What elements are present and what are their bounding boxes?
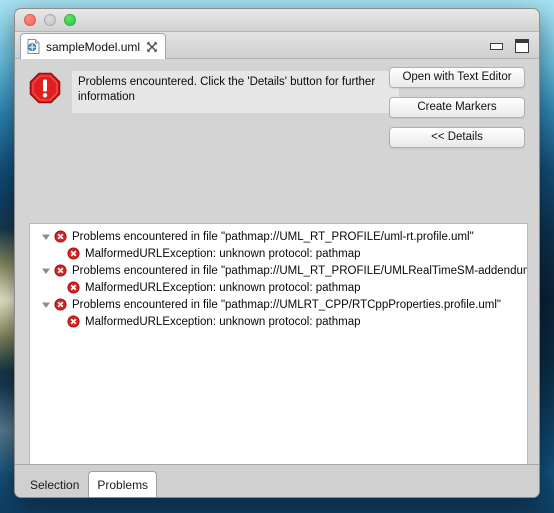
application-window: sampleModel.uml Problems encountered. Cl… [14, 8, 540, 498]
details-tree-panel: Problems encountered in file "pathmap://… [29, 223, 528, 497]
tree-row-label: MalformedURLException: unknown protocol:… [85, 315, 361, 328]
error-x-icon [54, 298, 67, 311]
tree-row-label: Problems encountered in file "pathmap://… [72, 264, 527, 277]
triangle-down-icon[interactable] [40, 231, 52, 243]
tab-selection[interactable]: Selection [21, 471, 88, 497]
editor-tab-label: sampleModel.uml [46, 39, 141, 54]
details-tree-list[interactable]: Problems encountered in file "pathmap://… [30, 224, 527, 489]
dialog-body: Problems encountered. Click the 'Details… [15, 59, 539, 497]
tab-problems[interactable]: Problems [88, 471, 158, 497]
tab-selection-label: Selection [30, 478, 80, 492]
tree-row[interactable]: MalformedURLException: unknown protocol:… [30, 245, 527, 262]
tab-problems-label: Problems [97, 478, 149, 492]
error-x-icon [67, 247, 80, 260]
minimize-button[interactable] [44, 14, 56, 26]
tab-close-icon[interactable] [146, 41, 158, 53]
tree-row[interactable]: Problems encountered in file "pathmap://… [30, 262, 527, 279]
triangle-down-icon[interactable] [40, 265, 52, 277]
dialog-button-column: Open with Text Editor Create Markers << … [389, 67, 525, 148]
tree-row-label: MalformedURLException: unknown protocol:… [85, 247, 361, 260]
bottom-tab-bar: Selection Problems [15, 464, 539, 497]
error-x-icon [67, 315, 80, 328]
error-x-icon [54, 230, 67, 243]
tree-row-label: Problems encountered in file "pathmap://… [72, 298, 501, 311]
triangle-down-icon[interactable] [40, 299, 52, 311]
error-octagon-icon [29, 72, 61, 104]
details-button[interactable]: << Details [389, 127, 525, 148]
error-message-row: Problems encountered. Click the 'Details… [29, 71, 399, 115]
uml-file-icon [27, 39, 40, 54]
tree-row-label: Problems encountered in file "pathmap://… [72, 230, 474, 243]
minimize-icon[interactable] [490, 42, 503, 50]
zoom-button[interactable] [64, 14, 76, 26]
maximize-icon[interactable] [515, 39, 529, 53]
error-message-text: Problems encountered. Click the 'Details… [72, 71, 399, 113]
tree-row[interactable]: MalformedURLException: unknown protocol:… [30, 313, 527, 330]
open-with-text-editor-button[interactable]: Open with Text Editor [389, 67, 525, 88]
tree-row[interactable]: MalformedURLException: unknown protocol:… [30, 279, 527, 296]
window-titlebar [15, 9, 539, 32]
error-x-icon [67, 281, 80, 294]
tree-row[interactable]: Problems encountered in file "pathmap://… [30, 296, 527, 313]
tree-row[interactable]: Problems encountered in file "pathmap://… [30, 228, 527, 245]
error-x-icon [54, 264, 67, 277]
editor-window-controls [490, 39, 529, 53]
tree-row-label: MalformedURLException: unknown protocol:… [85, 281, 361, 294]
create-markers-button[interactable]: Create Markers [389, 97, 525, 118]
editor-tab-samplemodel[interactable]: sampleModel.uml [20, 33, 167, 59]
close-button[interactable] [24, 14, 36, 26]
desktop-background: sampleModel.uml Problems encountered. Cl… [0, 0, 554, 513]
editor-tab-strip: sampleModel.uml [15, 32, 539, 59]
